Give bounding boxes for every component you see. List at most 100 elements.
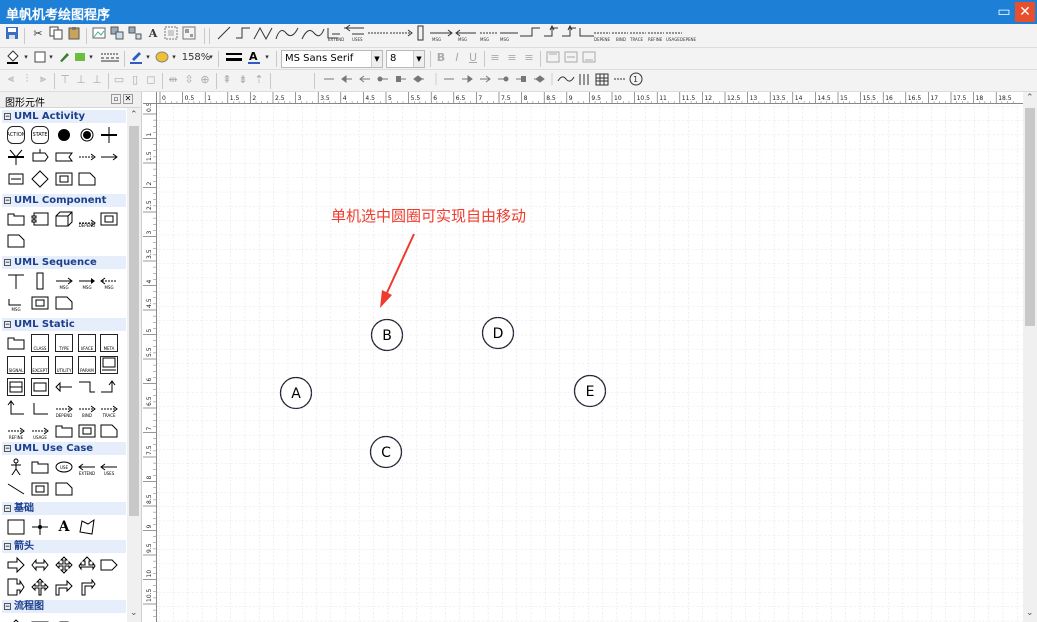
- shape-initial-node[interactable]: [55, 126, 73, 144]
- bold-icon[interactable]: B: [434, 48, 448, 66]
- shape-bent-arrow[interactable]: [55, 578, 73, 596]
- italic-icon[interactable]: I: [450, 48, 464, 66]
- ungroup-icon[interactable]: [127, 24, 143, 42]
- shape-uses[interactable]: USES: [100, 458, 118, 476]
- section-uml-static[interactable]: − UML Static: [2, 318, 126, 331]
- shape-action[interactable]: ACTION: [7, 126, 25, 144]
- shape-assoc-elbow[interactable]: [78, 378, 96, 396]
- zoom-dropdown-icon[interactable]: ▾: [207, 48, 215, 66]
- shape-assoc-class[interactable]: [100, 356, 118, 374]
- align-rights-icon[interactable]: ⫸: [36, 70, 50, 88]
- align-middles-icon[interactable]: ⊥: [74, 70, 88, 88]
- shape-msg-return[interactable]: MSG: [100, 272, 118, 290]
- align-lefts-icon[interactable]: ⫷: [4, 70, 18, 88]
- shape-final-node[interactable]: [78, 126, 96, 144]
- shape-use-case[interactable]: USE: [55, 458, 73, 476]
- shape-extend[interactable]: EXTEND: [78, 458, 96, 476]
- font-family-select[interactable]: MS Sans Serif ▼: [281, 50, 383, 68]
- same-height-icon[interactable]: ▯: [128, 70, 142, 88]
- section-basic[interactable]: − 基础: [2, 502, 126, 515]
- line-style-icon[interactable]: [97, 48, 123, 66]
- align-left-icon[interactable]: ≡: [488, 48, 502, 66]
- valign-top-icon[interactable]: [545, 48, 561, 66]
- node-c[interactable]: C: [369, 435, 403, 469]
- shape-node[interactable]: [55, 210, 73, 228]
- shape-signal-receive[interactable]: [55, 148, 73, 166]
- space-across-icon[interactable]: ⇹: [166, 70, 180, 88]
- connector-tools[interactable]: EXTEND USES MSG MSG MSG MSG DEPENE BIND …: [214, 24, 714, 42]
- image-icon[interactable]: [91, 24, 107, 42]
- shape-trace[interactable]: TRACE: [100, 400, 118, 418]
- shape-generalization[interactable]: [55, 378, 73, 396]
- fill-bucket-icon[interactable]: [4, 48, 22, 66]
- shape-static-package[interactable]: [7, 334, 25, 352]
- section-uml-sequence[interactable]: − UML Sequence: [2, 256, 126, 269]
- underline-icon[interactable]: U: [466, 48, 480, 66]
- shape-uc-note[interactable]: [31, 480, 49, 498]
- chevron-down-icon[interactable]: ▼: [371, 51, 382, 67]
- shape-text[interactable]: A: [55, 518, 73, 536]
- shape-cross-arrow[interactable]: [31, 578, 49, 596]
- shape-pentagon-arrow[interactable]: [100, 556, 118, 574]
- shape-meta[interactable]: META: [100, 334, 118, 352]
- canvas-scrollbar[interactable]: ⌃ ⌄: [1023, 92, 1037, 622]
- color-fill-icon[interactable]: [73, 48, 87, 66]
- section-uml-component[interactable]: − UML Component: [2, 194, 126, 207]
- save-icon[interactable]: [4, 24, 20, 42]
- shape-seq-frame[interactable]: [55, 294, 73, 312]
- maximize-icon[interactable]: ▭: [994, 2, 1014, 22]
- shape-folder[interactable]: [78, 170, 96, 188]
- canvas-scroll-thumb[interactable]: [1025, 108, 1035, 326]
- shape-composition[interactable]: [7, 400, 25, 418]
- scroll-up-icon[interactable]: ⌃: [1026, 93, 1034, 103]
- shape-lifeline[interactable]: [7, 272, 25, 290]
- shape-activation[interactable]: [31, 272, 49, 290]
- shape-dropdown-icon[interactable]: ▾: [47, 48, 55, 66]
- shape-class[interactable]: CLASS: [31, 334, 49, 352]
- section-uml-activity[interactable]: − UML Activity: [2, 110, 126, 123]
- shape-static-depend[interactable]: DEPEND: [55, 400, 73, 418]
- collapse-icon[interactable]: −: [4, 259, 11, 266]
- node-e[interactable]: E: [573, 374, 607, 408]
- text-tool-icon[interactable]: A: [145, 24, 161, 42]
- fill-dropdown-icon[interactable]: ▾: [22, 48, 30, 66]
- align-centers-icon[interactable]: ⫶: [20, 70, 34, 88]
- shape-type[interactable]: TYPE: [55, 334, 73, 352]
- node-b[interactable]: B: [370, 318, 404, 352]
- line-weight-icon[interactable]: [224, 48, 244, 66]
- align-center-icon[interactable]: ≡: [505, 48, 519, 66]
- shape-arrow-up-both[interactable]: [78, 556, 96, 574]
- fit-icon[interactable]: [181, 24, 197, 42]
- shape-flow-process[interactable]: [31, 616, 49, 622]
- drawing-canvas[interactable]: 单机选中圆圈可实现自由移动 A B C D E: [157, 104, 1023, 622]
- group-icon[interactable]: [109, 24, 125, 42]
- align-right-icon[interactable]: ≡: [522, 48, 536, 66]
- shape-arrow-right[interactable]: [7, 556, 25, 574]
- shape-object[interactable]: [7, 170, 25, 188]
- shadow-dropdown-icon[interactable]: ▾: [170, 48, 178, 66]
- shape-static-note[interactable]: [78, 422, 96, 440]
- cut-icon[interactable]: ✂: [30, 24, 46, 42]
- copy-icon[interactable]: [48, 24, 64, 42]
- shape-depend[interactable]: DEPEND: [78, 210, 96, 228]
- shape-crosshair[interactable]: [31, 518, 49, 536]
- shape-polygon[interactable]: [78, 518, 96, 536]
- shape-uturn-arrow[interactable]: [78, 578, 96, 596]
- same-width-icon[interactable]: ▭: [112, 70, 126, 88]
- font-color-dropdown-icon[interactable]: ▾: [263, 48, 271, 66]
- align-bottoms-icon[interactable]: ⊥: [90, 70, 104, 88]
- shape-state[interactable]: STATE: [31, 126, 49, 144]
- section-uml-use-case[interactable]: − UML Use Case: [2, 442, 126, 455]
- align-tops-icon[interactable]: ⊤: [58, 70, 72, 88]
- line-color-dropdown-icon[interactable]: ▾: [144, 48, 152, 66]
- space-down-icon[interactable]: ⇳: [182, 70, 196, 88]
- valign-bottom-icon[interactable]: [581, 48, 597, 66]
- shape-msg-sync[interactable]: MSG: [55, 272, 73, 290]
- order-back-icon[interactable]: ⇟: [236, 70, 250, 88]
- shape-uc-comment[interactable]: [55, 480, 73, 498]
- shape-msg-async[interactable]: MSG: [78, 272, 96, 290]
- collapse-icon[interactable]: −: [4, 445, 11, 452]
- shape-association-line[interactable]: [7, 480, 25, 498]
- shape-refine[interactable]: REFINE: [7, 422, 25, 440]
- shape-signal-send[interactable]: [31, 148, 49, 166]
